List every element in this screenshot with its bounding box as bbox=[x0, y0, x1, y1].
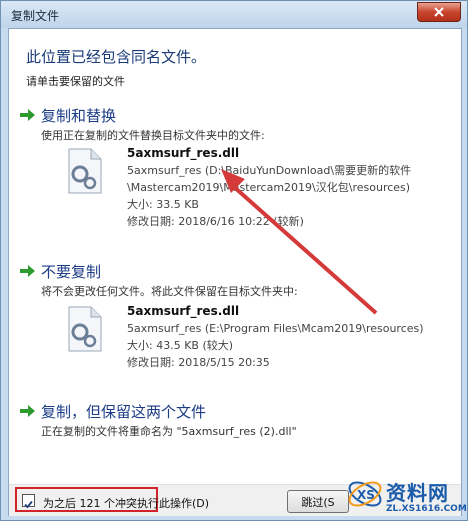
option-title: 复制和替换 bbox=[41, 107, 117, 125]
skip-button[interactable]: 跳过(S bbox=[287, 490, 349, 513]
file-path-line-1: 5axmsurf_res (D:\BaiduYunDownload\需要更新的软… bbox=[127, 164, 412, 177]
option-title: 复制，但保留这两个文件 bbox=[41, 403, 207, 421]
green-arrow-icon bbox=[20, 405, 35, 417]
copy-file-dialog: 复制文件 此位置已经包含同名文件。 请单击要保留的文件 复制和替换 使用正在复制… bbox=[0, 0, 468, 521]
file-size: 大小: 33.5 KB bbox=[127, 198, 199, 211]
checkmark-icon bbox=[24, 500, 33, 509]
option-description: 使用正在复制的文件替换目标文件夹中的文件: bbox=[41, 129, 265, 142]
file-path-line-2: \Mastercam2019\Mastercam2019\汉化包\resourc… bbox=[127, 181, 411, 194]
watermark-logo-icon: XS bbox=[348, 481, 382, 507]
source-file-info: 5axmsurf_res.dll 5axmsurf_res (D:\BaiduY… bbox=[127, 145, 411, 230]
file-name: 5axmsurf_res.dll bbox=[127, 146, 240, 160]
option-dont-copy[interactable]: 不要复制 将不会更改任何文件。将此文件保留在目标文件夹中: 5axmsurf_r… bbox=[19, 261, 449, 381]
close-icon bbox=[434, 7, 444, 17]
file-size: 大小: 43.5 KB (较大) bbox=[127, 339, 234, 352]
apply-to-all-highlight: 为之后 121 个冲突执行此操作(D) bbox=[15, 487, 209, 512]
file-modified: 修改日期: 2018/5/15 20:35 bbox=[127, 356, 270, 369]
dialog-subtext: 请单击要保留的文件 bbox=[26, 75, 125, 88]
apply-to-all-label: 为之后 121 个冲突执行此操作(D) bbox=[43, 497, 210, 510]
watermark-text: 资料网 bbox=[386, 481, 449, 505]
option-description: 正在复制的文件将重命名为 "5axmsurf_res (2).dll" bbox=[41, 425, 297, 438]
option-description: 将不会更改任何文件。将此文件保留在目标文件夹中: bbox=[41, 285, 298, 298]
svg-text:XS: XS bbox=[357, 488, 375, 502]
destination-file-info: 5axmsurf_res.dll 5axmsurf_res (E:\Progra… bbox=[127, 303, 424, 371]
option-copy-and-replace[interactable]: 复制和替换 使用正在复制的文件替换目标文件夹中的文件: 5axmsurf_res… bbox=[19, 105, 449, 235]
file-path-line-1: 5axmsurf_res (E:\Program Files\Mcam2019\… bbox=[127, 322, 424, 335]
green-arrow-icon bbox=[20, 109, 35, 121]
dll-file-icon bbox=[68, 306, 102, 352]
green-arrow-icon bbox=[20, 265, 35, 277]
title-bar[interactable]: 复制文件 bbox=[1, 1, 467, 28]
dialog-body: 此位置已经包含同名文件。 请单击要保留的文件 复制和替换 使用正在复制的文件替换… bbox=[8, 28, 462, 516]
window-title: 复制文件 bbox=[11, 9, 60, 23]
option-copy-keep-both[interactable]: 复制，但保留这两个文件 正在复制的文件将重命名为 "5axmsurf_res (… bbox=[19, 401, 449, 451]
file-modified: 修改日期: 2018/6/16 10:22 (较新) bbox=[127, 215, 304, 228]
dll-file-icon bbox=[68, 148, 102, 194]
dialog-headline: 此位置已经包含同名文件。 bbox=[26, 48, 207, 66]
watermark: XS 资料网 ZL.XS1616.COM bbox=[346, 471, 467, 519]
close-button[interactable] bbox=[417, 2, 461, 22]
watermark-url: ZL.XS1616.COM bbox=[386, 504, 467, 514]
option-title: 不要复制 bbox=[41, 263, 102, 281]
file-name: 5axmsurf_res.dll bbox=[127, 304, 240, 318]
apply-to-all-checkbox[interactable] bbox=[22, 494, 35, 509]
